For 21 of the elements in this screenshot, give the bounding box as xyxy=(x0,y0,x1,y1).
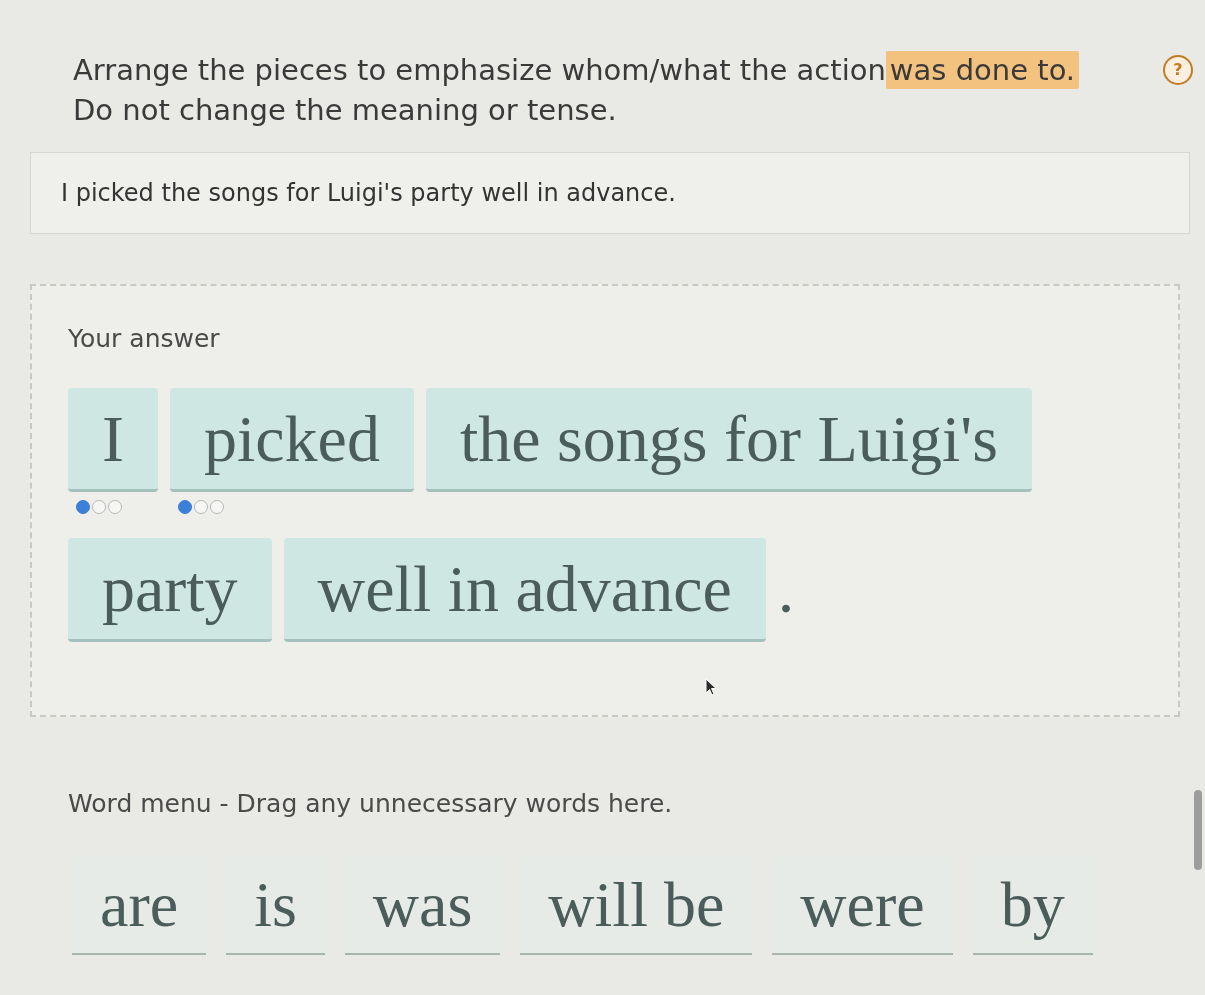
option-dot-icon[interactable] xyxy=(194,500,208,514)
mouse-pointer-icon xyxy=(705,678,717,696)
option-dot-icon[interactable] xyxy=(108,500,122,514)
option-dot-icon[interactable] xyxy=(210,500,224,514)
scrollbar-thumb[interactable] xyxy=(1194,790,1202,870)
word-tile[interactable]: well in advance xyxy=(283,538,766,642)
word-tile[interactable]: the songs for Luigi's xyxy=(425,388,1032,492)
answer-area[interactable]: Your answer I picked the songs for Luigi's party well in advance . xyxy=(30,284,1180,717)
word-tile[interactable]: picked xyxy=(170,388,414,492)
word-tile[interactable]: party xyxy=(68,538,272,642)
instruction-text: Arrange the pieces to emphasize whom/what the action was done to. xyxy=(73,50,1080,90)
option-dot-icon[interactable] xyxy=(76,500,90,514)
answer-label: Your answer xyxy=(68,324,220,354)
punctuation-mark: . xyxy=(777,552,795,628)
help-button[interactable]: ? xyxy=(1163,55,1193,85)
option-dot-icon[interactable] xyxy=(178,500,192,514)
word-tile[interactable]: I xyxy=(68,388,158,492)
source-sentence: I picked the songs for Luigi's party well in advance. xyxy=(61,179,676,207)
instruction-text: Do not change the meaning or tense. xyxy=(73,92,617,129)
option-dot-icon[interactable] xyxy=(92,500,106,514)
word-menu-label: Word menu - Drag any unnecessary words here. xyxy=(68,789,673,819)
